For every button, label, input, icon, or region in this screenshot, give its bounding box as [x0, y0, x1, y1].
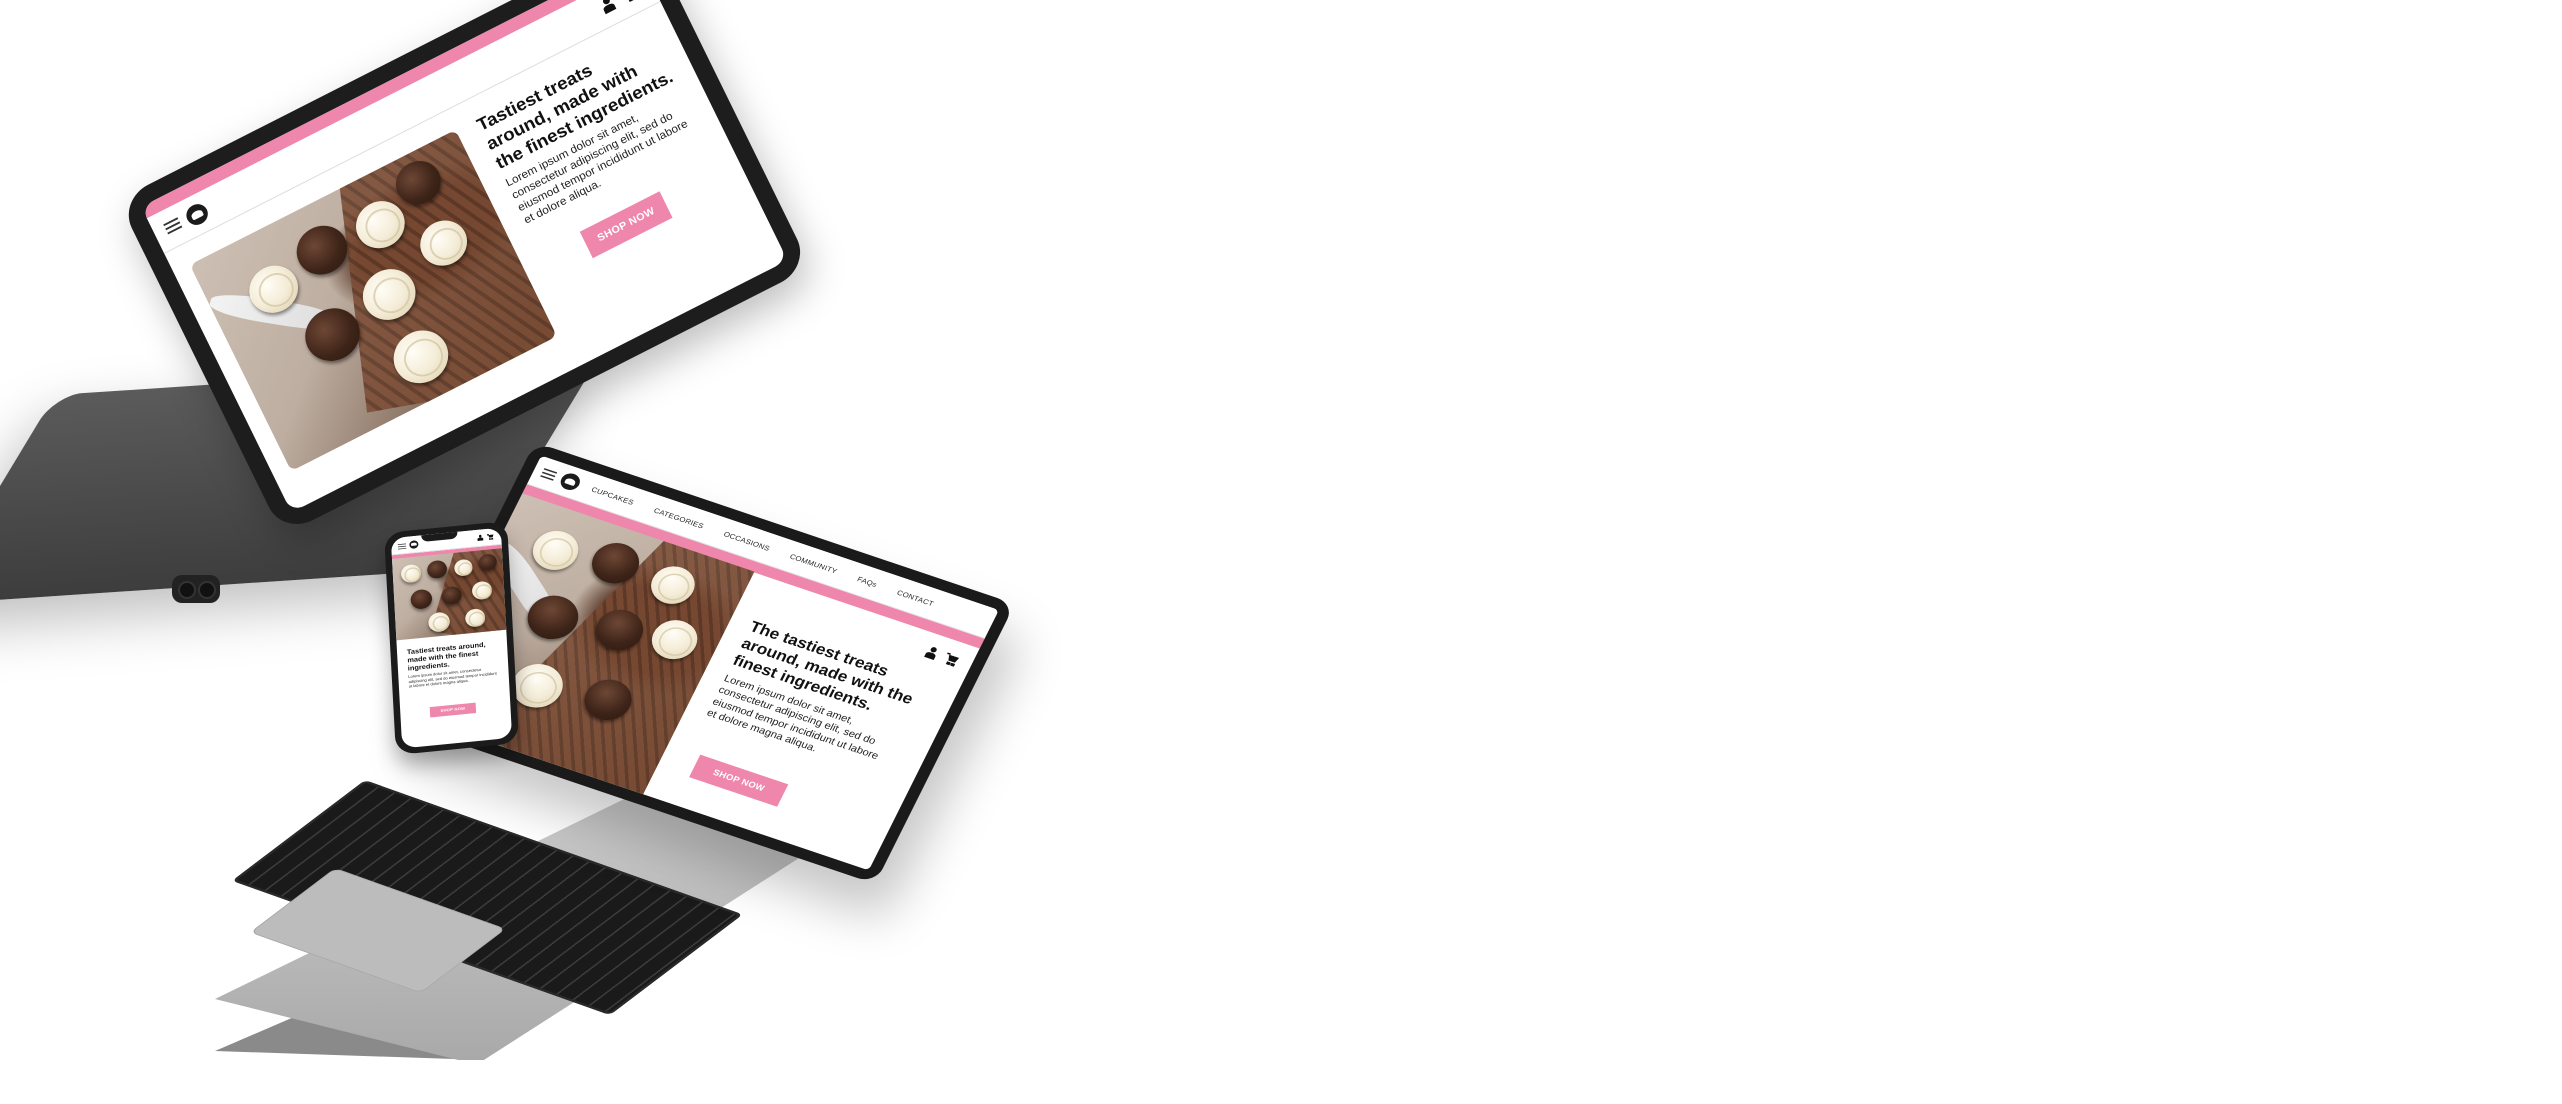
- shop-now-button[interactable]: SHOP NOW: [689, 754, 789, 807]
- tablet-camera: [172, 575, 220, 603]
- nav-contact[interactable]: CONTACT: [896, 589, 935, 608]
- nav-cupcakes[interactable]: CUPCAKES: [590, 486, 635, 507]
- nav-faqs[interactable]: FAQs: [856, 575, 878, 588]
- cart-icon[interactable]: [620, 0, 642, 4]
- phone-screen: Tastiest treats around, made with the fi…: [390, 527, 513, 749]
- logo[interactable]: [409, 540, 419, 550]
- shop-now-button[interactable]: SHOP NOW: [579, 191, 673, 259]
- logo[interactable]: [557, 471, 583, 493]
- device-mockup-scene: Tastiest treats around, made with the fi…: [0, 0, 2562, 1104]
- menu-icon[interactable]: [163, 217, 183, 235]
- hero-text: The tastiest treats around, made with th…: [705, 618, 927, 776]
- nav-categories[interactable]: CATEGORIES: [652, 507, 705, 531]
- header-icons: [477, 533, 495, 541]
- shop-now-button[interactable]: SHOP NOW: [429, 702, 477, 718]
- menu-icon[interactable]: [397, 543, 407, 550]
- hero-image: [392, 548, 507, 641]
- nav-community[interactable]: COMMUNITY: [789, 552, 839, 575]
- logo[interactable]: [182, 200, 212, 229]
- cart-icon[interactable]: [943, 652, 963, 668]
- phone: Tastiest treats around, made with the fi…: [384, 521, 519, 755]
- user-icon[interactable]: [923, 645, 940, 660]
- nav-occasions[interactable]: OCCASIONS: [722, 530, 771, 552]
- cart-icon[interactable]: [487, 533, 495, 540]
- tablet-screen: Tastiest treats around, made with the fi…: [141, 0, 788, 513]
- header-icons: [923, 645, 962, 668]
- user-icon[interactable]: [598, 0, 617, 15]
- user-icon[interactable]: [477, 535, 483, 541]
- menu-icon[interactable]: [540, 468, 558, 481]
- hero-text: Tastiest treats around, made with the fi…: [407, 639, 501, 689]
- header-icons: [598, 0, 642, 15]
